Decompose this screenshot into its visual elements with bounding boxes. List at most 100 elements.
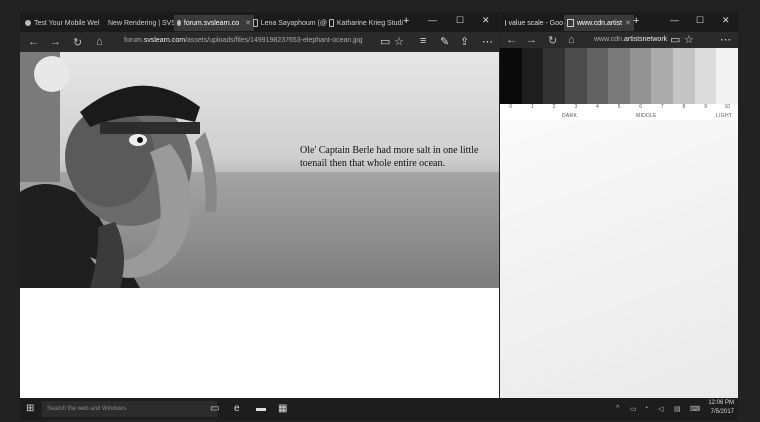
- refresh-icon[interactable]: ↻: [73, 36, 82, 49]
- value-swatch: [608, 48, 630, 104]
- tab-3[interactable]: Lena Sayaphoum (@: [250, 15, 330, 31]
- maximize-button[interactable]: ☐: [456, 15, 464, 26]
- volume-icon[interactable]: ◁: [658, 405, 663, 413]
- tab-2[interactable]: forum.svslearn.co ✕: [174, 15, 254, 31]
- home-icon[interactable]: ⌂: [568, 34, 575, 46]
- value-swatch: [521, 48, 544, 104]
- favorite-star-icon[interactable]: ☆: [684, 33, 694, 46]
- elephant-ocean-image: Ole' Captain Berle had more salt in one …: [20, 52, 499, 288]
- taskbar-search-box[interactable]: Search the web and Windows: [42, 401, 217, 417]
- left-address-bar: ← → ↻ ⌂ forum.svslearn.com/assets/upload…: [20, 32, 499, 52]
- tab-label: Katharine Krieg Studi: [336, 19, 403, 27]
- url-path: /assets/uploads/files/1499198237653-elep…: [185, 37, 363, 44]
- tab-label: www.cdn.artist: [577, 19, 623, 27]
- image-caption: Ole' Captain Berle had more salt in one …: [300, 145, 479, 169]
- value-scale-swatches: [500, 48, 738, 104]
- reading-view-icon[interactable]: ▭: [670, 33, 680, 46]
- left-tab-bar: Test Your Mobile Wel New Rendering | SVS…: [20, 12, 499, 32]
- refresh-icon[interactable]: ↻: [548, 34, 557, 47]
- more-icon[interactable]: ⋯: [482, 35, 493, 48]
- right-url-field[interactable]: www.cdn.artistsnetwork: [594, 36, 667, 43]
- clock-time: 12:06 PM: [708, 400, 734, 406]
- right-browser-window: value scale - Goo www.cdn.artist ✕ + — ☐…: [500, 12, 738, 398]
- value-number: 2: [552, 104, 556, 110]
- value-number: 5: [617, 104, 621, 110]
- tab-page-icon: [567, 19, 574, 27]
- minimize-button[interactable]: —: [428, 15, 437, 25]
- tab-label: Test Your Mobile Wel: [34, 19, 100, 27]
- share-icon[interactable]: ⇪: [460, 35, 469, 48]
- right-page-content: [500, 120, 738, 398]
- right-maximize-button[interactable]: ☐: [696, 15, 704, 26]
- right-new-tab-button[interactable]: +: [633, 15, 639, 27]
- google-favicon-icon: [505, 20, 506, 26]
- windows-start-icon[interactable]: ⊞: [26, 403, 34, 414]
- notification-icon[interactable]: ▤: [674, 405, 681, 413]
- forward-arrow-icon[interactable]: →: [526, 34, 537, 46]
- value-swatch: [629, 48, 652, 104]
- value-swatch: [586, 48, 609, 104]
- value-number: 9: [704, 104, 707, 110]
- captain-elephant-illustration: [20, 52, 217, 288]
- value-number: 10: [724, 104, 730, 110]
- value-swatch: [694, 48, 717, 104]
- value-swatch: [651, 48, 674, 104]
- tab-0[interactable]: Test Your Mobile Wel: [22, 15, 106, 31]
- right-close-button[interactable]: ✕: [722, 15, 730, 26]
- keyboard-icon[interactable]: ⌨: [690, 405, 700, 413]
- value-number: 4: [595, 104, 599, 110]
- close-tab-icon[interactable]: ✕: [625, 19, 631, 27]
- label-middle: MIDDLE: [636, 113, 657, 119]
- value-number: 7: [660, 104, 664, 110]
- value-number: 3: [574, 104, 578, 110]
- label-dark: DARK: [562, 113, 578, 119]
- desktop: Test Your Mobile Wel New Rendering | SVS…: [0, 0, 760, 422]
- new-tab-button[interactable]: +: [403, 15, 409, 27]
- hub-icon[interactable]: ≡: [420, 35, 426, 47]
- value-number: 1: [531, 104, 534, 110]
- tab-page-icon: [329, 19, 334, 27]
- taskbar: ⊞ Search the web and Windows ▭ e ▬ ▦ ^ ▭…: [20, 398, 738, 420]
- file-explorer-icon[interactable]: ▬: [256, 403, 266, 414]
- value-scale-numbers: 0 1 2 3 4 5 6 7 8 9 10: [500, 104, 738, 113]
- reading-view-icon[interactable]: ▭: [380, 35, 390, 48]
- url-prefix: www.cdn.: [594, 36, 624, 43]
- value-swatch: [716, 48, 738, 104]
- value-swatch: [564, 48, 587, 104]
- store-icon[interactable]: ▦: [278, 403, 287, 414]
- url-field[interactable]: forum.svslearn.com/assets/uploads/files/…: [124, 37, 363, 44]
- tab-favicon-icon: [25, 20, 31, 26]
- task-view-icon[interactable]: ▭: [210, 403, 219, 414]
- tab-favicon-icon: [177, 20, 181, 26]
- url-prefix: forum.: [124, 37, 144, 44]
- value-number: 0: [509, 104, 513, 110]
- tab-1[interactable]: New Rendering | SVS: [102, 15, 178, 31]
- system-clock[interactable]: 12:06 PM 7/5/2017: [708, 399, 734, 417]
- forward-arrow-icon[interactable]: →: [50, 36, 61, 48]
- left-browser-window: Test Your Mobile Wel New Rendering | SVS…: [20, 12, 499, 398]
- tab-label: forum.svslearn.co: [183, 19, 240, 27]
- value-swatch: [673, 48, 695, 104]
- edge-browser-icon[interactable]: e: [234, 403, 240, 414]
- more-icon[interactable]: ⋯: [720, 33, 731, 46]
- tab-page-icon: [253, 19, 258, 27]
- right-tab-0[interactable]: value scale - Goo: [502, 15, 566, 31]
- favorite-star-icon[interactable]: ☆: [394, 35, 404, 48]
- left-page-content: Ole' Captain Berle had more salt in one …: [20, 52, 499, 398]
- show-hidden-icons-icon[interactable]: ^: [616, 405, 619, 412]
- back-arrow-icon[interactable]: ←: [28, 36, 39, 48]
- tablet-icon[interactable]: ▭: [630, 405, 637, 413]
- back-arrow-icon[interactable]: ←: [506, 34, 517, 46]
- right-tab-bar: value scale - Goo www.cdn.artist ✕ + — ☐…: [500, 12, 738, 32]
- right-minimize-button[interactable]: —: [670, 15, 679, 25]
- wifi-icon[interactable]: ◔: [644, 405, 648, 412]
- right-tab-1[interactable]: www.cdn.artist ✕: [564, 15, 634, 31]
- url-domain: artistsnetwork: [623, 36, 668, 43]
- home-icon[interactable]: ⌂: [96, 36, 103, 48]
- close-window-button[interactable]: ✕: [482, 15, 490, 26]
- web-note-icon[interactable]: ✎: [440, 35, 449, 48]
- value-swatch: [543, 48, 565, 104]
- tab-4[interactable]: Katharine Krieg Studi: [326, 15, 406, 31]
- value-number: 8: [682, 104, 686, 110]
- right-address-bar: ← → ↻ ⌂ www.cdn.artistsnetwork ▭ ☆ ⋯: [500, 32, 738, 48]
